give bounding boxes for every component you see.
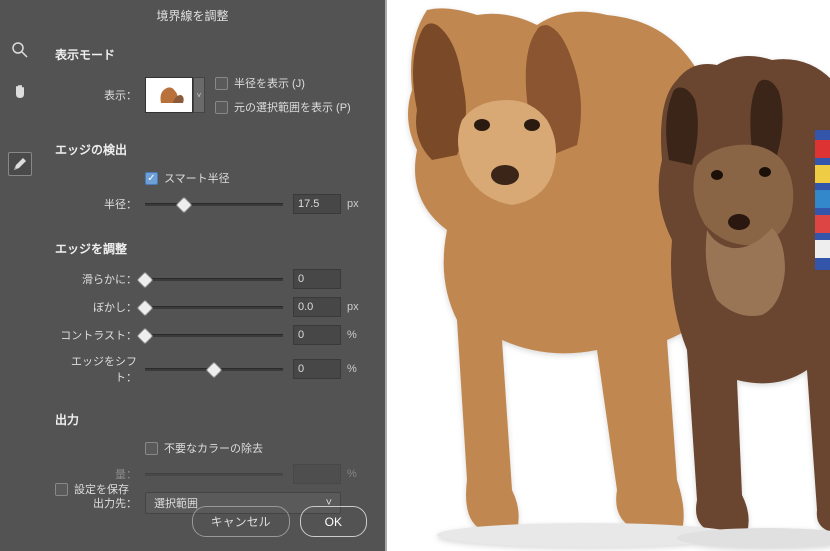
- label-show: 表示：: [55, 87, 145, 103]
- cancel-button[interactable]: キャンセル: [192, 506, 290, 537]
- label-feather: ぼかし：: [55, 299, 145, 315]
- slider-thumb-icon: [206, 361, 223, 378]
- label-show-original: 元の選択範囲を表示 (P): [234, 99, 351, 115]
- section-edge-adjust: エッジを調整: [55, 240, 365, 257]
- view-thumbnail[interactable]: [145, 77, 193, 113]
- preview-image: [387, 0, 830, 551]
- input-contrast[interactable]: [293, 325, 341, 345]
- label-show-radius: 半径を表示 (J): [234, 75, 305, 91]
- checkbox-icon: [55, 483, 68, 496]
- tool-strip: [8, 38, 32, 176]
- check-decontaminate[interactable]: 不要なカラーの除去: [145, 440, 263, 456]
- section-edge-detect: エッジの検出: [55, 141, 365, 158]
- slider-smooth[interactable]: [145, 278, 283, 281]
- checkbox-icon: [215, 77, 228, 90]
- label-shift-edge: エッジをシフト：: [55, 353, 145, 385]
- label-decontaminate: 不要なカラーの除去: [164, 440, 263, 456]
- slider-thumb-icon: [175, 196, 192, 213]
- refine-edge-panel: 境界線を調整 表示モード 表示： ˅ 半径を表示 (J): [0, 0, 385, 551]
- check-show-original[interactable]: 元の選択範囲を表示 (P): [215, 99, 351, 115]
- checkbox-checked-icon: ✓: [145, 172, 158, 185]
- label-save-settings: 設定を保存: [74, 481, 129, 497]
- slider-contrast[interactable]: [145, 334, 283, 337]
- check-save-settings[interactable]: 設定を保存: [55, 481, 129, 497]
- label-output-to: 出力先：: [55, 495, 145, 511]
- slider-radius[interactable]: [145, 203, 283, 206]
- hand-tool[interactable]: [8, 80, 32, 104]
- input-radius[interactable]: [293, 194, 341, 214]
- preview-canvas[interactable]: [385, 0, 830, 551]
- label-smooth: 滑らかに：: [55, 271, 145, 287]
- checkbox-icon: [215, 101, 228, 114]
- zoom-tool[interactable]: [8, 38, 32, 62]
- label-contrast: コントラスト：: [55, 327, 145, 343]
- view-dropdown[interactable]: ˅: [193, 77, 205, 113]
- unit-px: px: [341, 301, 365, 313]
- refine-brush-tool[interactable]: [8, 152, 32, 176]
- unit-pct: %: [341, 329, 365, 341]
- content-area: 表示モード 表示： ˅ 半径を表示 (J) 元の選択範囲を表示 (P) エッジの…: [55, 31, 385, 522]
- section-output: 出力: [55, 411, 365, 428]
- check-smart-radius[interactable]: ✓ スマート半径: [145, 170, 230, 186]
- ok-button[interactable]: OK: [300, 506, 367, 537]
- checkbox-icon: [145, 442, 158, 455]
- unit-pct: %: [341, 363, 365, 375]
- unit-pct: %: [341, 468, 365, 480]
- input-shift-edge[interactable]: [293, 359, 341, 379]
- input-smooth[interactable]: [293, 269, 341, 289]
- label-radius: 半径：: [55, 196, 145, 212]
- slider-amount: [145, 473, 283, 476]
- slider-feather[interactable]: [145, 306, 283, 309]
- input-amount: [293, 464, 341, 484]
- unit-px: px: [341, 198, 365, 210]
- section-view-mode: 表示モード: [55, 46, 365, 63]
- slider-shift-edge[interactable]: [145, 368, 283, 371]
- dialog-title: 境界線を調整: [0, 0, 385, 31]
- input-feather[interactable]: [293, 297, 341, 317]
- label-smart-radius: スマート半径: [164, 170, 230, 186]
- label-amount: 量：: [55, 466, 145, 482]
- check-show-radius[interactable]: 半径を表示 (J): [215, 75, 351, 91]
